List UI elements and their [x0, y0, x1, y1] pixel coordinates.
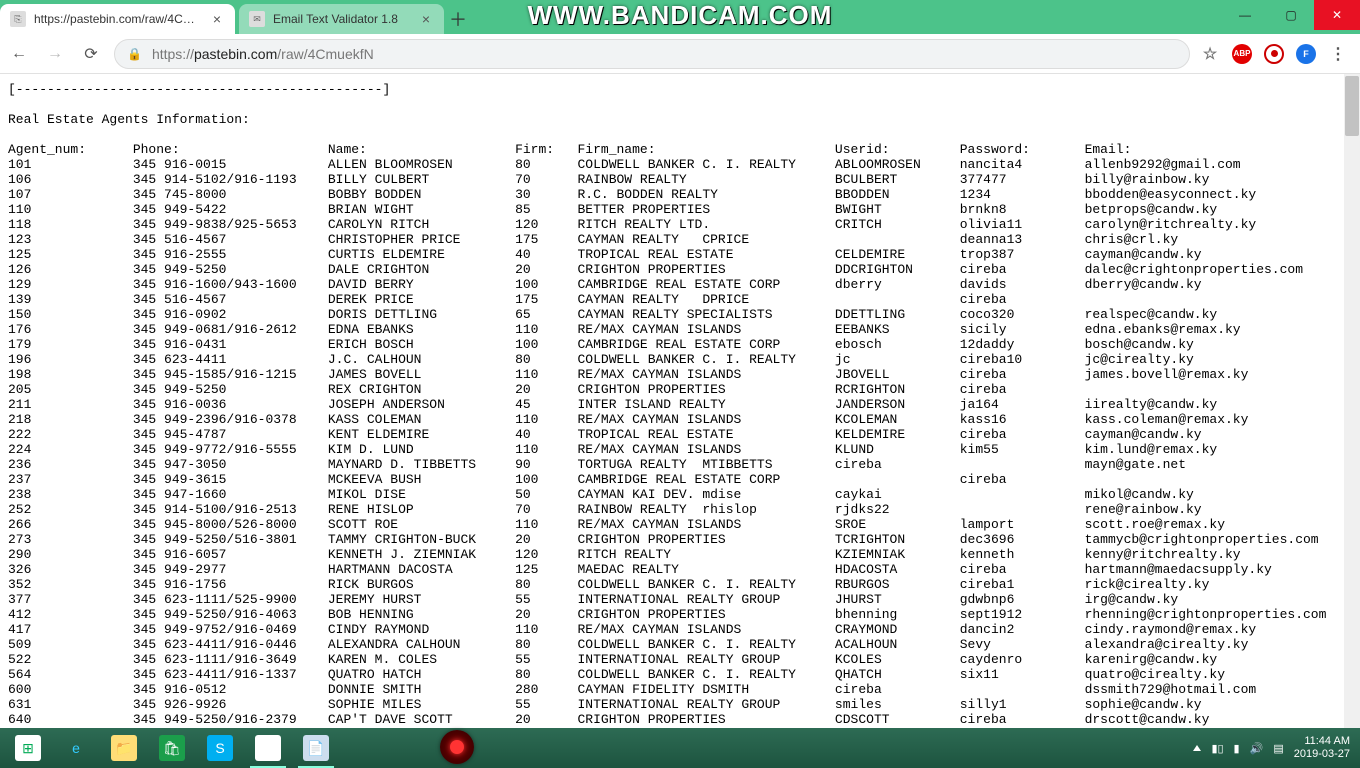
adblock-icon[interactable]: ABP [1232, 44, 1252, 64]
profile-avatar-icon[interactable]: F [1296, 44, 1316, 64]
window-controls: — ▢ ✕ [1222, 0, 1360, 34]
raw-text-body[interactable]: [---------------------------------------… [0, 74, 1360, 728]
system-tray[interactable]: ▮▯ ▮ 🔊 ▤ 11:44 AM 2019-03-27 [1193, 735, 1356, 761]
taskbar-clock[interactable]: 11:44 AM 2019-03-27 [1294, 735, 1350, 761]
address-bar[interactable]: 🔒 https://pastebin.com/raw/4CmuekfN [114, 39, 1190, 69]
tab-title: Email Text Validator 1.8 [273, 12, 410, 26]
vertical-scrollbar[interactable] [1344, 74, 1360, 728]
back-button[interactable]: ← [6, 41, 32, 67]
bookmark-star-icon[interactable]: ☆ [1200, 44, 1220, 64]
close-tab-icon[interactable]: × [209, 11, 225, 27]
taskbar-chrome[interactable]: ◉ [244, 728, 292, 768]
bandicam-record-indicator-icon [440, 730, 474, 764]
taskbar-notepad[interactable]: 📄 [292, 728, 340, 768]
scroll-thumb[interactable] [1345, 76, 1359, 136]
browser-menu-icon[interactable]: ⋮ [1328, 44, 1348, 64]
taskbar-skype[interactable]: S [196, 728, 244, 768]
close-tab-icon[interactable]: × [418, 11, 434, 27]
clock-date: 2019-03-27 [1294, 748, 1350, 761]
page-content: [---------------------------------------… [0, 74, 1360, 728]
favicon-icon: ✉ [249, 11, 265, 27]
favicon-icon: ⎘ [10, 11, 26, 27]
taskbar-store[interactable]: 🛍 [148, 728, 196, 768]
url-path: /raw/4CmuekfN [277, 46, 373, 62]
close-window-button[interactable]: ✕ [1314, 0, 1360, 30]
forward-button[interactable]: → [42, 41, 68, 67]
new-tab-button[interactable]: ＋ [444, 4, 472, 34]
volume-icon[interactable]: 🔊 [1250, 742, 1264, 755]
network-icon[interactable]: ▮ [1234, 742, 1240, 755]
windows-taskbar: ⊞ e 📁 🛍 S ◉ 📄 ▮▯ ▮ 🔊 ▤ 11:44 AM 2019-03-… [0, 728, 1360, 768]
url-scheme: https:// [152, 46, 194, 62]
input-icon[interactable]: ▤ [1273, 742, 1283, 755]
minimize-button[interactable]: — [1222, 0, 1268, 30]
browser-tab-inactive[interactable]: ✉ Email Text Validator 1.8 × [239, 4, 444, 34]
clock-time: 11:44 AM [1294, 735, 1350, 748]
browser-titlebar: ⎘ https://pastebin.com/raw/4Cmu… × ✉ Ema… [0, 0, 1360, 34]
taskbar-ie[interactable]: e [52, 728, 100, 768]
url-host: pastebin.com [194, 46, 277, 62]
maximize-button[interactable]: ▢ [1268, 0, 1314, 30]
browser-toolbar: ← → ⟳ 🔒 https://pastebin.com/raw/4Cmuekf… [0, 34, 1360, 74]
url-text: https://pastebin.com/raw/4CmuekfN [152, 46, 374, 62]
lock-icon: 🔒 [127, 47, 142, 61]
record-extension-icon[interactable] [1264, 44, 1284, 64]
tab-title: https://pastebin.com/raw/4Cmu… [34, 12, 201, 26]
taskbar-explorer[interactable]: 📁 [100, 728, 148, 768]
battery-icon[interactable]: ▮▯ [1211, 742, 1223, 755]
start-button[interactable]: ⊞ [4, 728, 52, 768]
tray-overflow-icon[interactable] [1193, 745, 1201, 751]
reload-button[interactable]: ⟳ [78, 41, 104, 67]
browser-tab-active[interactable]: ⎘ https://pastebin.com/raw/4Cmu… × [0, 4, 235, 34]
